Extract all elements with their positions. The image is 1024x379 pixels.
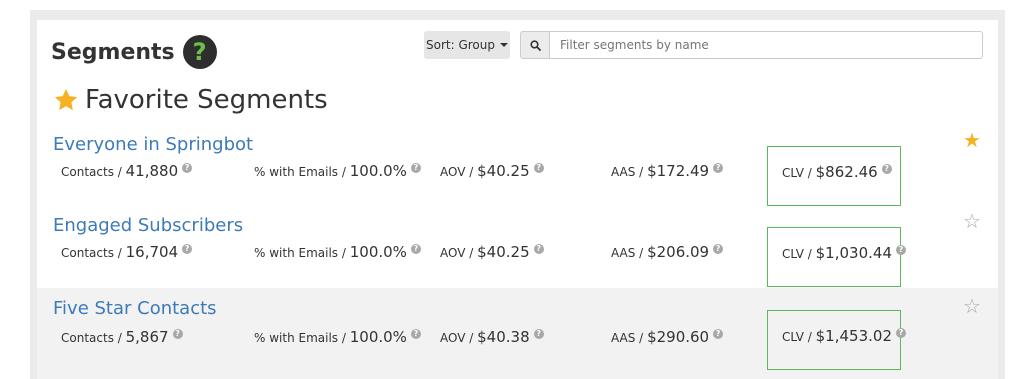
info-icon[interactable]: ? [881, 164, 892, 174]
clv-highlight-box: CLV / $1,030.44? [767, 227, 906, 287]
info-icon[interactable]: ? [533, 163, 544, 173]
emails-metric: % with Emails / 100.0%? [254, 243, 421, 261]
info-icon[interactable]: ? [182, 163, 193, 173]
info-icon[interactable]: ? [182, 244, 193, 254]
search-icon [529, 39, 541, 51]
help-icon[interactable]: ? [182, 35, 217, 69]
segment-name-link[interactable]: Everyone in Springbot [53, 134, 253, 155]
contacts-metric: Contacts / 41,880? [61, 162, 193, 180]
aas-metric: AAS / $290.60? [611, 328, 724, 346]
info-icon[interactable]: ? [895, 245, 906, 255]
segment-row: Five Star Contacts Contacts / 5,867? % w… [37, 288, 998, 379]
clv-highlight-box: CLV / $1,453.02? [767, 310, 906, 370]
segment-row: Everyone in Springbot Contacts / 41,880?… [37, 126, 998, 208]
info-icon[interactable]: ? [895, 328, 906, 338]
clv-highlight-box: CLV / $862.46? [767, 146, 901, 206]
sort-label: Sort: Group [426, 38, 495, 52]
aov-metric: AOV / $40.38? [440, 328, 544, 346]
aas-metric: AAS / $206.09? [611, 243, 724, 261]
info-icon[interactable]: ? [713, 244, 724, 254]
info-icon[interactable]: ? [713, 329, 724, 339]
aov-metric: AOV / $40.25? [440, 162, 544, 180]
favorite-star-outline-icon[interactable]: ☆ [963, 211, 981, 231]
info-icon[interactable]: ? [410, 163, 421, 173]
favorite-segments-heading: Favorite Segments [53, 82, 328, 118]
caret-down-icon [500, 43, 508, 47]
clv-metric: CLV / $1,030.44? [782, 244, 906, 262]
segment-row: Engaged Subscribers Contacts / 16,704? %… [37, 207, 998, 289]
clv-metric: CLV / $862.46? [782, 163, 892, 181]
contacts-metric: Contacts / 5,867? [61, 328, 183, 346]
page-title: Segments [51, 39, 175, 65]
emails-metric: % with Emails / 100.0%? [254, 162, 421, 180]
info-icon[interactable]: ? [533, 244, 544, 254]
favorite-segments-title: Favorite Segments [85, 85, 328, 115]
favorite-star-icon[interactable]: ★ [963, 130, 981, 150]
aas-metric: AAS / $172.49? [611, 162, 724, 180]
info-icon[interactable]: ? [533, 329, 544, 339]
search-input[interactable] [550, 31, 983, 59]
info-icon[interactable]: ? [172, 329, 183, 339]
search-button[interactable] [520, 31, 550, 59]
segments-panel: Segments ? Sort: Group Favorite Segments… [37, 20, 998, 379]
sort-dropdown[interactable]: Sort: Group [424, 31, 510, 59]
segment-name-link[interactable]: Five Star Contacts [53, 298, 217, 319]
aov-metric: AOV / $40.25? [440, 243, 544, 261]
segment-name-link[interactable]: Engaged Subscribers [53, 215, 243, 236]
emails-metric: % with Emails / 100.0%? [254, 328, 421, 346]
info-icon[interactable]: ? [410, 329, 421, 339]
info-icon[interactable]: ? [410, 244, 421, 254]
clv-metric: CLV / $1,453.02? [782, 327, 906, 345]
star-icon [54, 88, 78, 111]
contacts-metric: Contacts / 16,704? [61, 243, 193, 261]
page-header: Segments ? [51, 34, 217, 70]
info-icon[interactable]: ? [713, 163, 724, 173]
favorite-star-outline-icon[interactable]: ☆ [963, 296, 981, 316]
